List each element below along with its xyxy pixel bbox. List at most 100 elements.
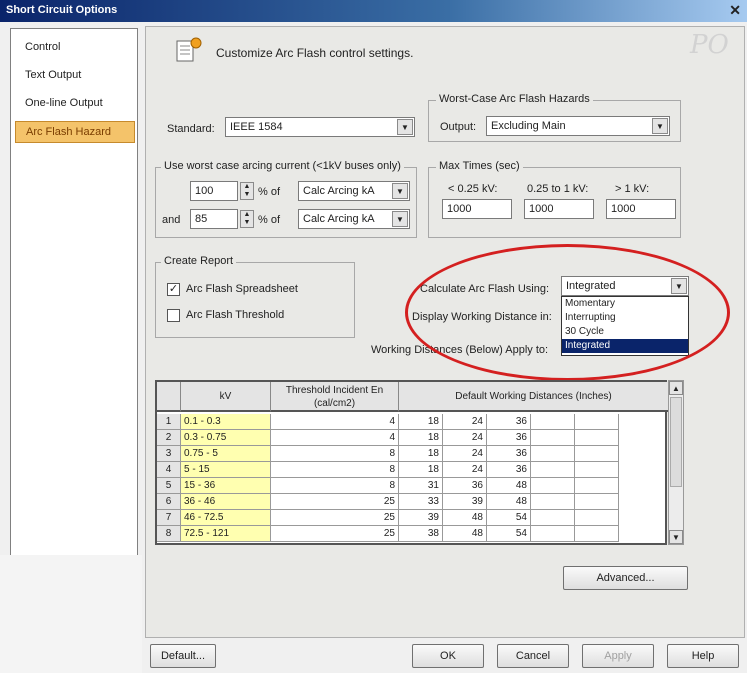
table-cell-d1[interactable]: 18 [399, 446, 443, 462]
table-cell-d1[interactable]: 18 [399, 414, 443, 430]
table-cell-kv[interactable]: 0.1 - 0.3 [181, 414, 271, 430]
table-cell-empty[interactable] [575, 494, 619, 510]
table-cell-thr[interactable]: 8 [271, 478, 399, 494]
chevron-down-icon[interactable]: ▼ [397, 119, 413, 135]
table-header-default-distances[interactable]: Default Working Distances (Inches) [399, 382, 669, 412]
table-cell-thr[interactable]: 25 [271, 494, 399, 510]
chevron-down-icon[interactable]: ▼ [652, 118, 668, 134]
advanced-button[interactable]: Advanced... [563, 566, 688, 590]
table-cell-kv[interactable]: 0.75 - 5 [181, 446, 271, 462]
table-cell-d2[interactable]: 24 [443, 462, 487, 478]
spinner-arrows-icon[interactable]: ▲ ▼ [240, 182, 254, 200]
table-cell-n: 5 [157, 478, 181, 494]
table-cell-d2[interactable]: 48 [443, 510, 487, 526]
max-time-high-input[interactable]: 1000 [606, 199, 676, 219]
apply-button[interactable]: Apply [582, 644, 654, 668]
sidebar-item-text-output[interactable]: Text Output [15, 65, 135, 87]
standard-label: Standard: [167, 123, 215, 135]
cancel-button[interactable]: Cancel [497, 644, 569, 668]
table-cell-thr[interactable]: 4 [271, 430, 399, 446]
threshold-checkbox[interactable] [167, 309, 180, 322]
chevron-down-icon[interactable]: ▼ [392, 183, 408, 199]
spreadsheet-checkbox[interactable]: ✓ [167, 283, 180, 296]
arcing-basis-2-value: Calc Arcing kA [303, 213, 375, 225]
table-cell-thr[interactable]: 25 [271, 510, 399, 526]
table-cell-empty[interactable] [575, 430, 619, 446]
table-cell-empty[interactable] [531, 446, 575, 462]
default-button[interactable]: Default... [150, 644, 216, 668]
table-cell-d3[interactable]: 36 [487, 462, 531, 478]
table-cell-n: 8 [157, 526, 181, 542]
table-cell-kv[interactable]: 46 - 72.5 [181, 510, 271, 526]
table-scrollbar[interactable]: ▲ ▼ [668, 380, 684, 545]
table-cell-d1[interactable]: 39 [399, 510, 443, 526]
table-cell-kv[interactable]: 5 - 15 [181, 462, 271, 478]
table-cell-empty[interactable] [531, 510, 575, 526]
table-cell-empty[interactable] [575, 510, 619, 526]
max-time-low-input[interactable]: 1000 [442, 199, 512, 219]
arcing-percent-1-input[interactable]: 100 [190, 181, 238, 201]
scroll-thumb[interactable] [670, 397, 682, 487]
table-cell-d1[interactable]: 18 [399, 430, 443, 446]
table-cell-d3[interactable]: 54 [487, 510, 531, 526]
table-cell-empty[interactable] [531, 494, 575, 510]
table-cell-empty[interactable] [531, 462, 575, 478]
table-cell-empty[interactable] [575, 462, 619, 478]
arcing-basis-1-value: Calc Arcing kA [303, 185, 375, 197]
table-cell-d2[interactable]: 39 [443, 494, 487, 510]
output-select[interactable]: Excluding Main ▼ [486, 116, 670, 136]
table-cell-d3[interactable]: 36 [487, 430, 531, 446]
table-cell-n: 6 [157, 494, 181, 510]
table-cell-empty[interactable] [531, 414, 575, 430]
spinner-arrows-icon[interactable]: ▲ ▼ [240, 210, 254, 228]
table-cell-kv[interactable]: 0.3 - 0.75 [181, 430, 271, 446]
sidebar-item-arc-flash-hazard[interactable]: Arc Flash Hazard [15, 121, 135, 143]
chevron-down-icon[interactable]: ▼ [392, 211, 408, 227]
ok-button[interactable]: OK [412, 644, 484, 668]
table-header-threshold[interactable]: Threshold Incident En (cal/cm2) [271, 382, 399, 412]
table-cell-empty[interactable] [531, 478, 575, 494]
table-cell-d3[interactable]: 48 [487, 478, 531, 494]
table-cell-d1[interactable]: 38 [399, 526, 443, 542]
table-cell-d3[interactable]: 54 [487, 526, 531, 542]
table-cell-d3[interactable]: 48 [487, 494, 531, 510]
help-button[interactable]: Help [667, 644, 739, 668]
table-cell-d2[interactable]: 36 [443, 478, 487, 494]
table-cell-d2[interactable]: 24 [443, 414, 487, 430]
table-cell-thr[interactable]: 25 [271, 526, 399, 542]
sidebar-item-one-line-output[interactable]: One-line Output [15, 93, 135, 115]
table-cell-d2[interactable]: 24 [443, 446, 487, 462]
table-cell-d1[interactable]: 31 [399, 478, 443, 494]
sidebar-item-control[interactable]: Control [15, 37, 135, 59]
arcing-basis-1-select[interactable]: Calc Arcing kA ▼ [298, 181, 410, 201]
table-cell-d3[interactable]: 36 [487, 414, 531, 430]
scroll-up-icon[interactable]: ▲ [669, 381, 683, 395]
table-cell-d3[interactable]: 36 [487, 446, 531, 462]
table-cell-d2[interactable]: 48 [443, 526, 487, 542]
table-cell-d1[interactable]: 18 [399, 462, 443, 478]
table-cell-thr[interactable]: 8 [271, 462, 399, 478]
table-cell-d2[interactable]: 24 [443, 430, 487, 446]
arcing-percent-2-input[interactable]: 85 [190, 209, 238, 229]
table-cell-empty[interactable] [575, 414, 619, 430]
table-cell-kv[interactable]: 36 - 46 [181, 494, 271, 510]
max-times-group-title: Max Times (sec) [436, 160, 523, 172]
table-cell-kv[interactable]: 15 - 36 [181, 478, 271, 494]
table-cell-empty[interactable] [575, 446, 619, 462]
table-cell-d1[interactable]: 33 [399, 494, 443, 510]
table-corner-header [157, 382, 181, 412]
close-icon[interactable]: ✕ [729, 2, 741, 19]
table-cell-empty[interactable] [531, 430, 575, 446]
table-cell-kv[interactable]: 72.5 - 121 [181, 526, 271, 542]
table-cell-thr[interactable]: 8 [271, 446, 399, 462]
arcing-basis-2-select[interactable]: Calc Arcing kA ▼ [298, 209, 410, 229]
standard-select[interactable]: IEEE 1584 ▼ [225, 117, 415, 137]
table-cell-thr[interactable]: 4 [271, 414, 399, 430]
table-cell-empty[interactable] [575, 526, 619, 542]
table-header-kv[interactable]: kV [181, 382, 271, 412]
threshold-label: Arc Flash Threshold [186, 309, 285, 321]
max-time-mid-input[interactable]: 1000 [524, 199, 594, 219]
table-cell-empty[interactable] [575, 478, 619, 494]
table-cell-empty[interactable] [531, 526, 575, 542]
scroll-down-icon[interactable]: ▼ [669, 530, 683, 544]
